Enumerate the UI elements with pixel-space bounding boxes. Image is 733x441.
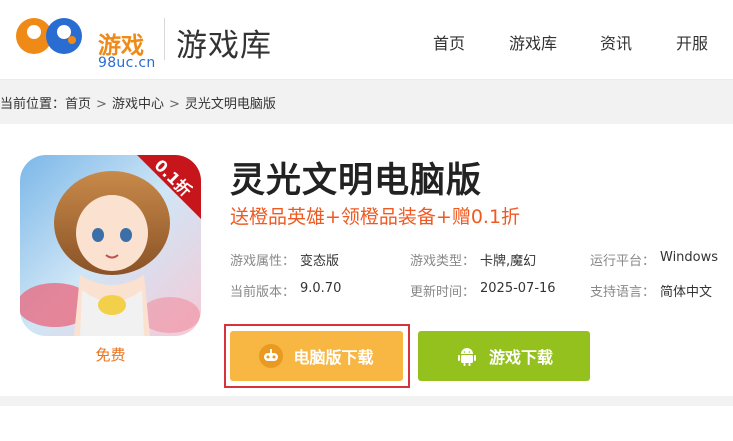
breadcrumb-prefix: 当前位置： [0,97,66,112]
promo-text: 送橙品英雄+领橙品装备+赠0.1折 [230,206,521,228]
meta-update-value: 2025-07-16 [480,281,556,296]
nav-home[interactable]: 首页 [433,30,465,54]
meta-attr-label: 游戏属性： [230,254,296,269]
meta-type-value: 卡牌,魔幻 [480,254,537,269]
meta-lang-value: 简体中文 [660,285,713,300]
nav-server-open[interactable]: 开服 [676,30,708,54]
meta-version-label: 当前版本： [230,285,296,300]
breadcrumb: 当前位置：首页 > 游戏中心 > 灵光文明电脑版 [0,93,276,112]
next-section-strip [0,406,733,441]
price-label: 免费 [95,346,126,364]
pc-download-label: 电脑版下载 [293,348,374,367]
nav-news[interactable]: 资讯 [600,30,632,54]
android-icon [457,348,476,366]
meta-type-label: 游戏类型： [410,254,476,269]
game-download-label: 游戏下载 [488,348,553,367]
breadcrumb-separator: > [96,97,107,112]
game-title: 灵光文明电脑版 [230,161,483,201]
pc-download-button[interactable]: 电脑版下载 [230,331,403,381]
meta-lang-label: 支持语言： [590,285,656,300]
logo-mark [16,18,82,54]
nav-game-library[interactable]: 游戏库 [509,30,557,54]
site-header: 游戏 98uc.cn 游戏库 首页 游戏库 资讯 开服 [0,0,733,80]
game-detail-card: 0.1折 免费 灵光文明电脑版 送橙品英雄+领橙品装备+赠0.1折 游戏属性： … [0,124,733,396]
logo-domain: 98uc.cn [98,55,156,71]
game-download-button[interactable]: 游戏下载 [418,331,590,381]
meta-update-label: 更新时间： [410,285,476,300]
page-section-title: 游戏库 [176,28,272,64]
game-icon[interactable]: 0.1折 [20,155,201,336]
breadcrumb-separator: > [168,97,180,112]
meta-version-value: 9.0.70 [300,281,342,296]
site-logo[interactable]: 游戏 98uc.cn [12,10,155,71]
meta-platform-label: 运行平台： [590,254,656,269]
header-divider [164,18,165,60]
breadcrumb-current[interactable]: 灵光文明电脑版 [185,97,276,112]
meta-attr-value: 变态版 [300,254,340,269]
gamepad-icon [259,344,284,368]
breadcrumb-game-center[interactable]: 游戏中心 [112,97,164,112]
breadcrumb-home[interactable]: 首页 [65,97,91,112]
meta-platform-value: Windows [660,250,719,265]
